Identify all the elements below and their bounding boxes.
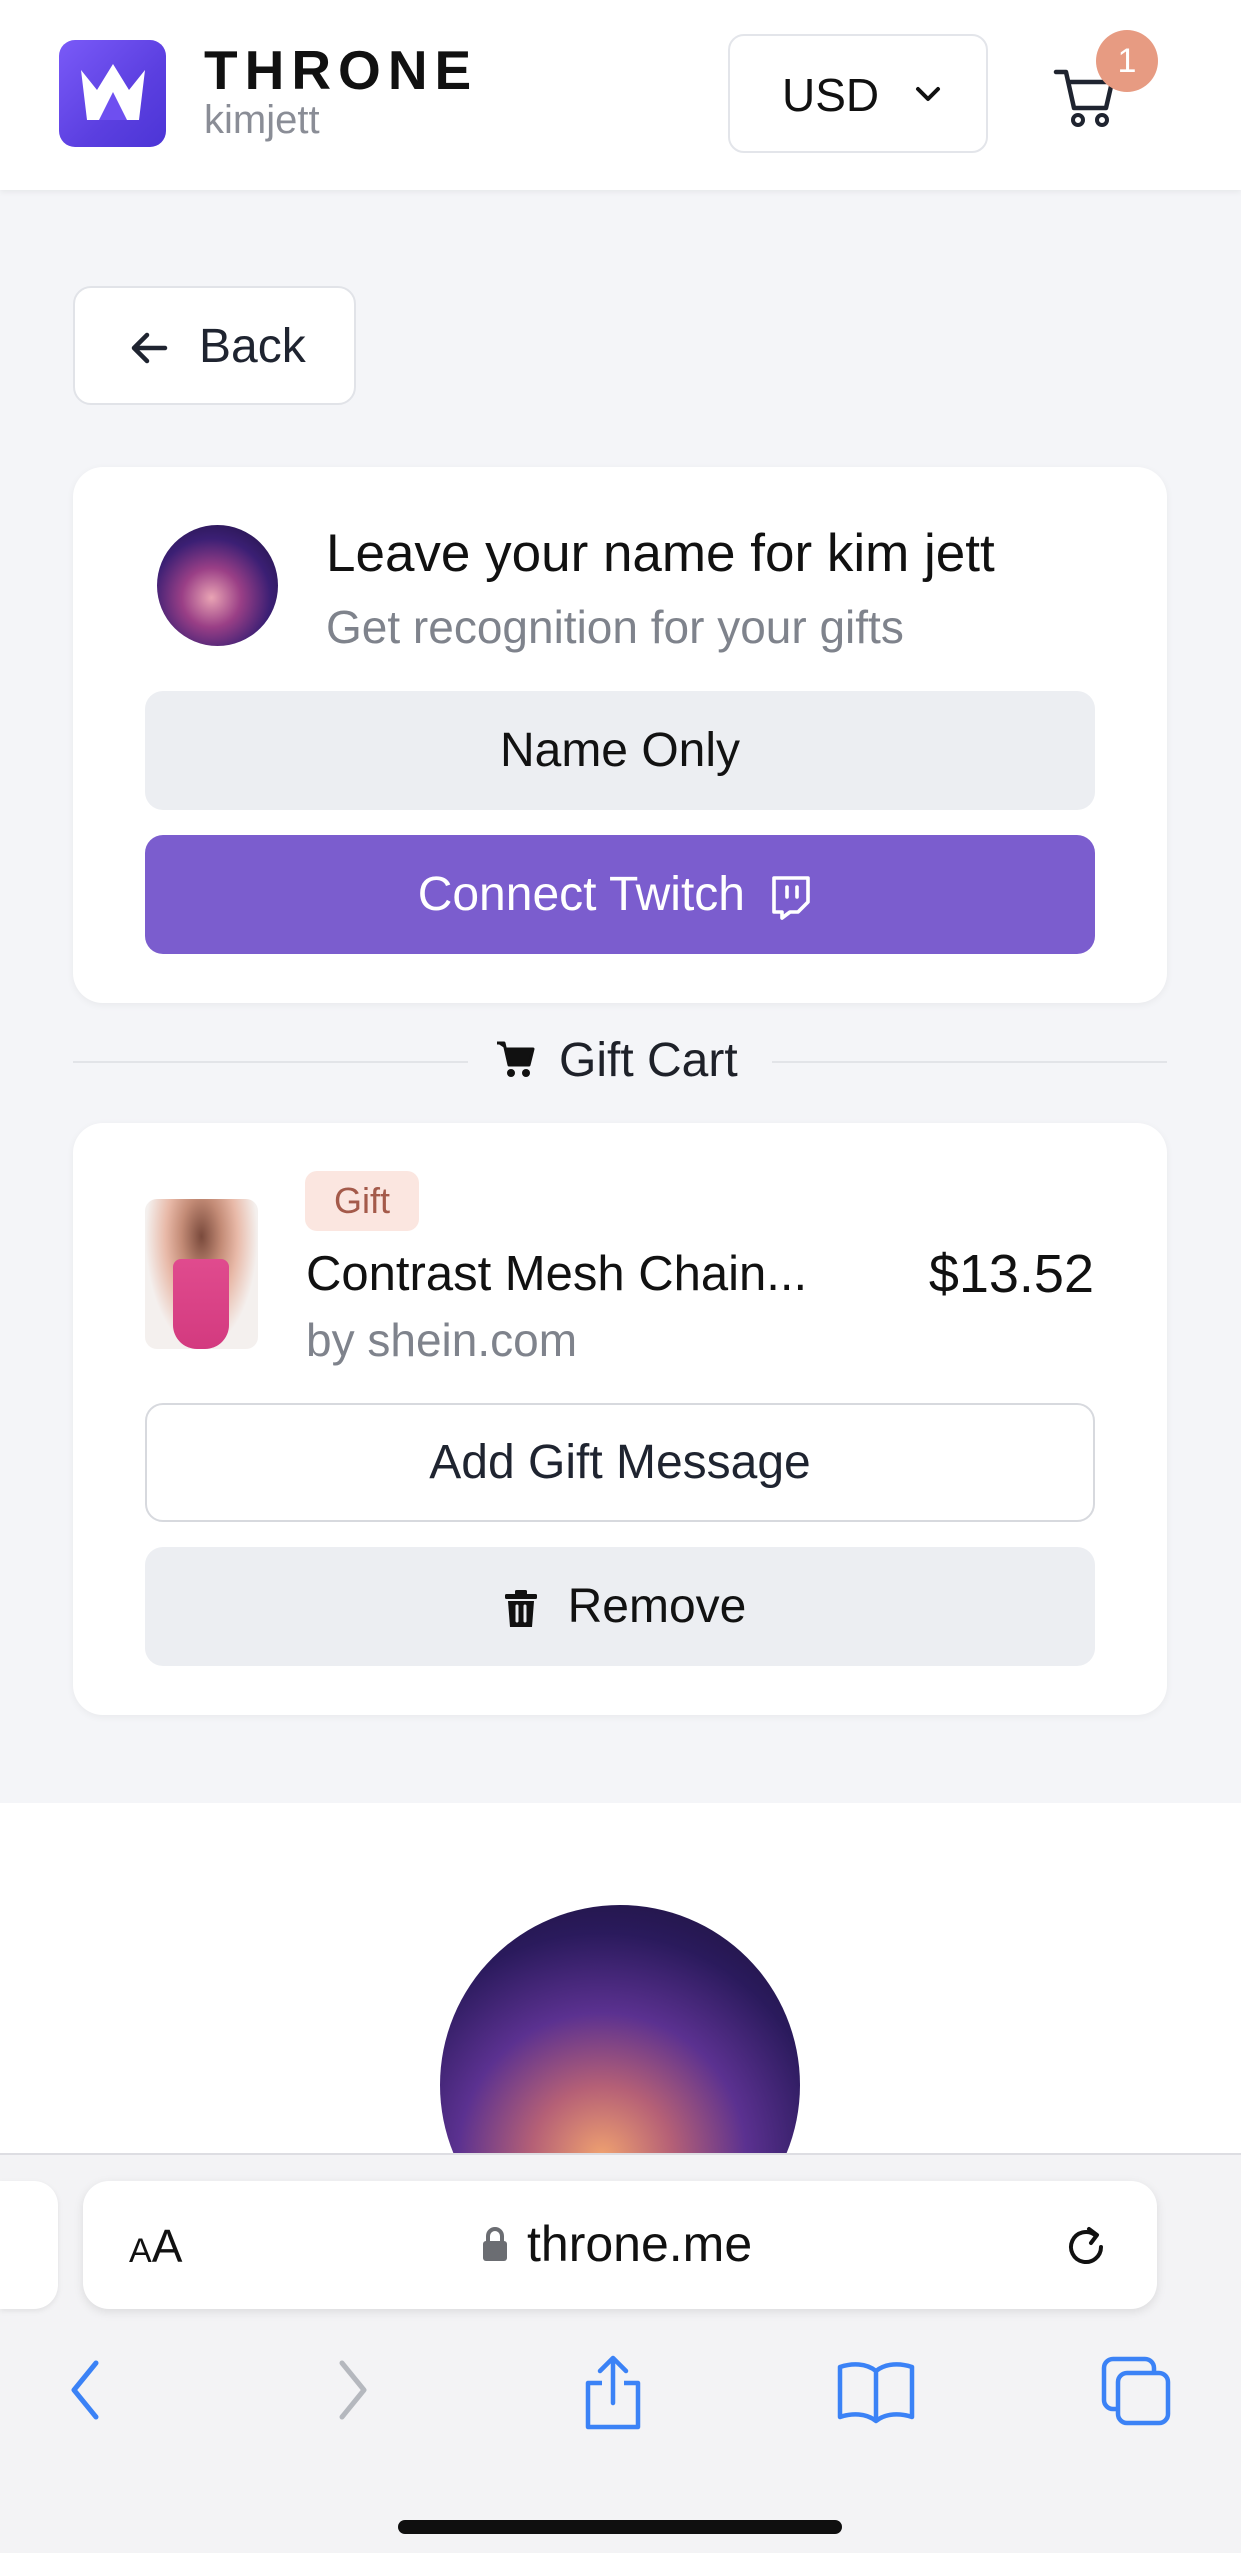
add-gift-message-button[interactable]: Add Gift Message: [145, 1403, 1095, 1522]
forward-nav-button[interactable]: [330, 2355, 374, 2430]
previous-tab-stub[interactable]: [0, 2181, 58, 2309]
creator-username: kimjett: [204, 98, 320, 142]
back-nav-icon: [71, 2360, 99, 2420]
home-indicator: [398, 2520, 842, 2534]
text-size-large-a: A: [151, 2220, 183, 2272]
address-bar[interactable]: AA throne.me: [83, 2181, 1157, 2309]
remove-label: Remove: [567, 1580, 747, 1633]
app-header: THRONE kimjett USD 1: [0, 0, 1241, 190]
divider-right: [772, 1061, 1167, 1063]
product-thumbnail[interactable]: [145, 1199, 258, 1349]
url-text: throne.me: [527, 2216, 753, 2272]
bookmarks-button[interactable]: [836, 2355, 916, 2430]
name-only-label: Name Only: [499, 724, 741, 777]
crown-logo-icon: [81, 64, 145, 120]
cart-count-badge: 1: [1096, 30, 1158, 92]
back-button[interactable]: Back: [73, 286, 356, 405]
bookmarks-icon: [837, 2362, 915, 2424]
cart-filled-icon: [497, 1041, 535, 1078]
throne-logo[interactable]: [59, 40, 166, 147]
name-recognition-card: Leave your name for kim jett Get recogni…: [73, 467, 1167, 1003]
currency-select[interactable]: USD: [728, 34, 988, 153]
back-label: Back: [199, 320, 306, 373]
currency-value: USD: [782, 69, 880, 121]
divider-left: [73, 1061, 468, 1063]
url-display[interactable]: throne.me: [481, 2215, 752, 2273]
product-image-detail: [173, 1259, 229, 1349]
text-size-small-a: A: [129, 2232, 152, 2270]
share-button[interactable]: [580, 2355, 646, 2436]
product-seller: by shein.com: [306, 1314, 578, 1366]
brand-name: THRONE: [204, 39, 479, 101]
text-size-button[interactable]: AA: [129, 2219, 182, 2273]
name-only-button[interactable]: Name Only: [145, 691, 1095, 810]
name-card-title: Leave your name for kim jett: [326, 524, 995, 583]
twitch-icon: [772, 876, 811, 921]
chevron-down-icon: [916, 87, 940, 101]
creator-avatar: [157, 525, 278, 646]
connect-twitch-button[interactable]: Connect Twitch: [145, 835, 1095, 954]
gift-cart-card: Gift Contrast Mesh Chain... by shein.com…: [73, 1123, 1167, 1715]
browser-toolbar: AA throne.me: [0, 2153, 1241, 2553]
arrow-left-icon: [131, 332, 168, 364]
trash-icon: [504, 1590, 537, 1628]
gift-cart-heading: Gift Cart: [495, 1033, 738, 1093]
back-nav-button[interactable]: [64, 2355, 108, 2430]
name-card-subtitle: Get recognition for your gifts: [326, 601, 904, 653]
tabs-button[interactable]: [1100, 2355, 1174, 2434]
reload-icon[interactable]: [1061, 2221, 1111, 2271]
share-icon: [585, 2355, 641, 2430]
gift-cart-label: Gift Cart: [559, 1034, 738, 1087]
lock-icon: [483, 2226, 507, 2261]
product-price: $13.52: [928, 1244, 1094, 1304]
tabs-icon: [1101, 2356, 1171, 2426]
add-gift-message-label: Add Gift Message: [429, 1436, 811, 1489]
product-name[interactable]: Contrast Mesh Chain...: [306, 1246, 807, 1302]
connect-twitch-label: Connect Twitch: [417, 868, 745, 921]
profile-section: [0, 1803, 1241, 2265]
forward-nav-icon: [339, 2360, 367, 2420]
browser-nav-row: [0, 2355, 1241, 2445]
remove-button[interactable]: Remove: [145, 1547, 1095, 1666]
gift-tag-badge: Gift: [305, 1171, 419, 1231]
